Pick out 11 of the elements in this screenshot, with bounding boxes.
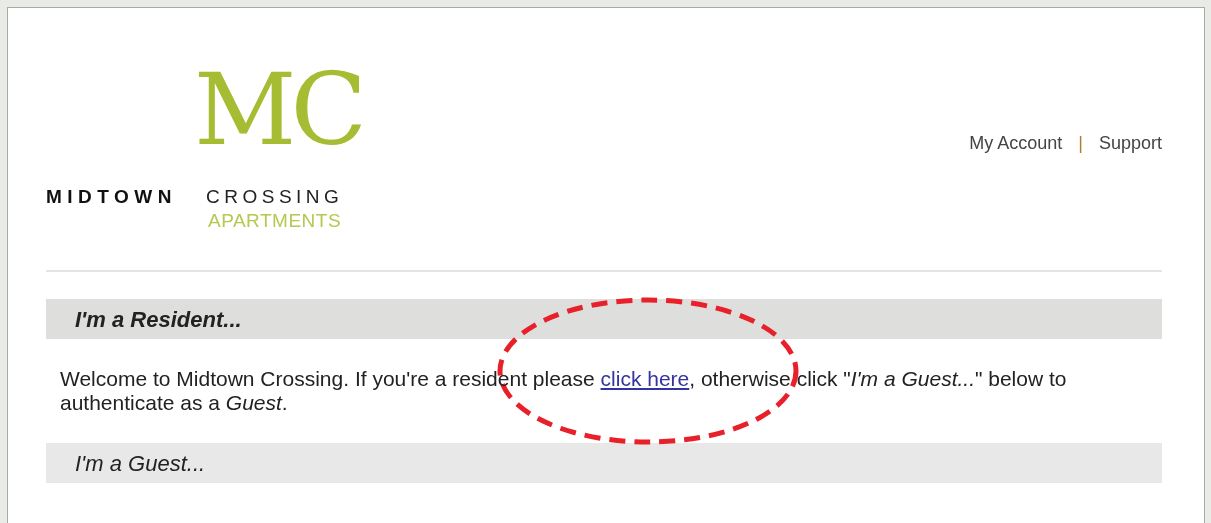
section-header[interactable]: I'm a Guest...	[46, 443, 1162, 483]
nav-link[interactable]: My Account	[969, 130, 1063, 157]
nav-link[interactable]: Support	[1098, 130, 1162, 157]
resident-link[interactable]: click here	[600, 367, 690, 390]
logo-subtitle: APARTMENTS	[208, 210, 342, 233]
logo-wordmark: CROSSING	[206, 186, 344, 209]
logo-wordmark: MIDTOWN	[46, 186, 178, 209]
section-header[interactable]: I'm a Resident...	[46, 299, 1162, 339]
welcome-text: Welcome to Midtown Crossing. If you're a resident please click here, otherwise click "I'm a Guest..." below to authenticate as a Guest.	[60, 367, 1068, 415]
link-separator: |	[1078, 132, 1083, 155]
logo-monogram: MC	[194, 60, 361, 160]
